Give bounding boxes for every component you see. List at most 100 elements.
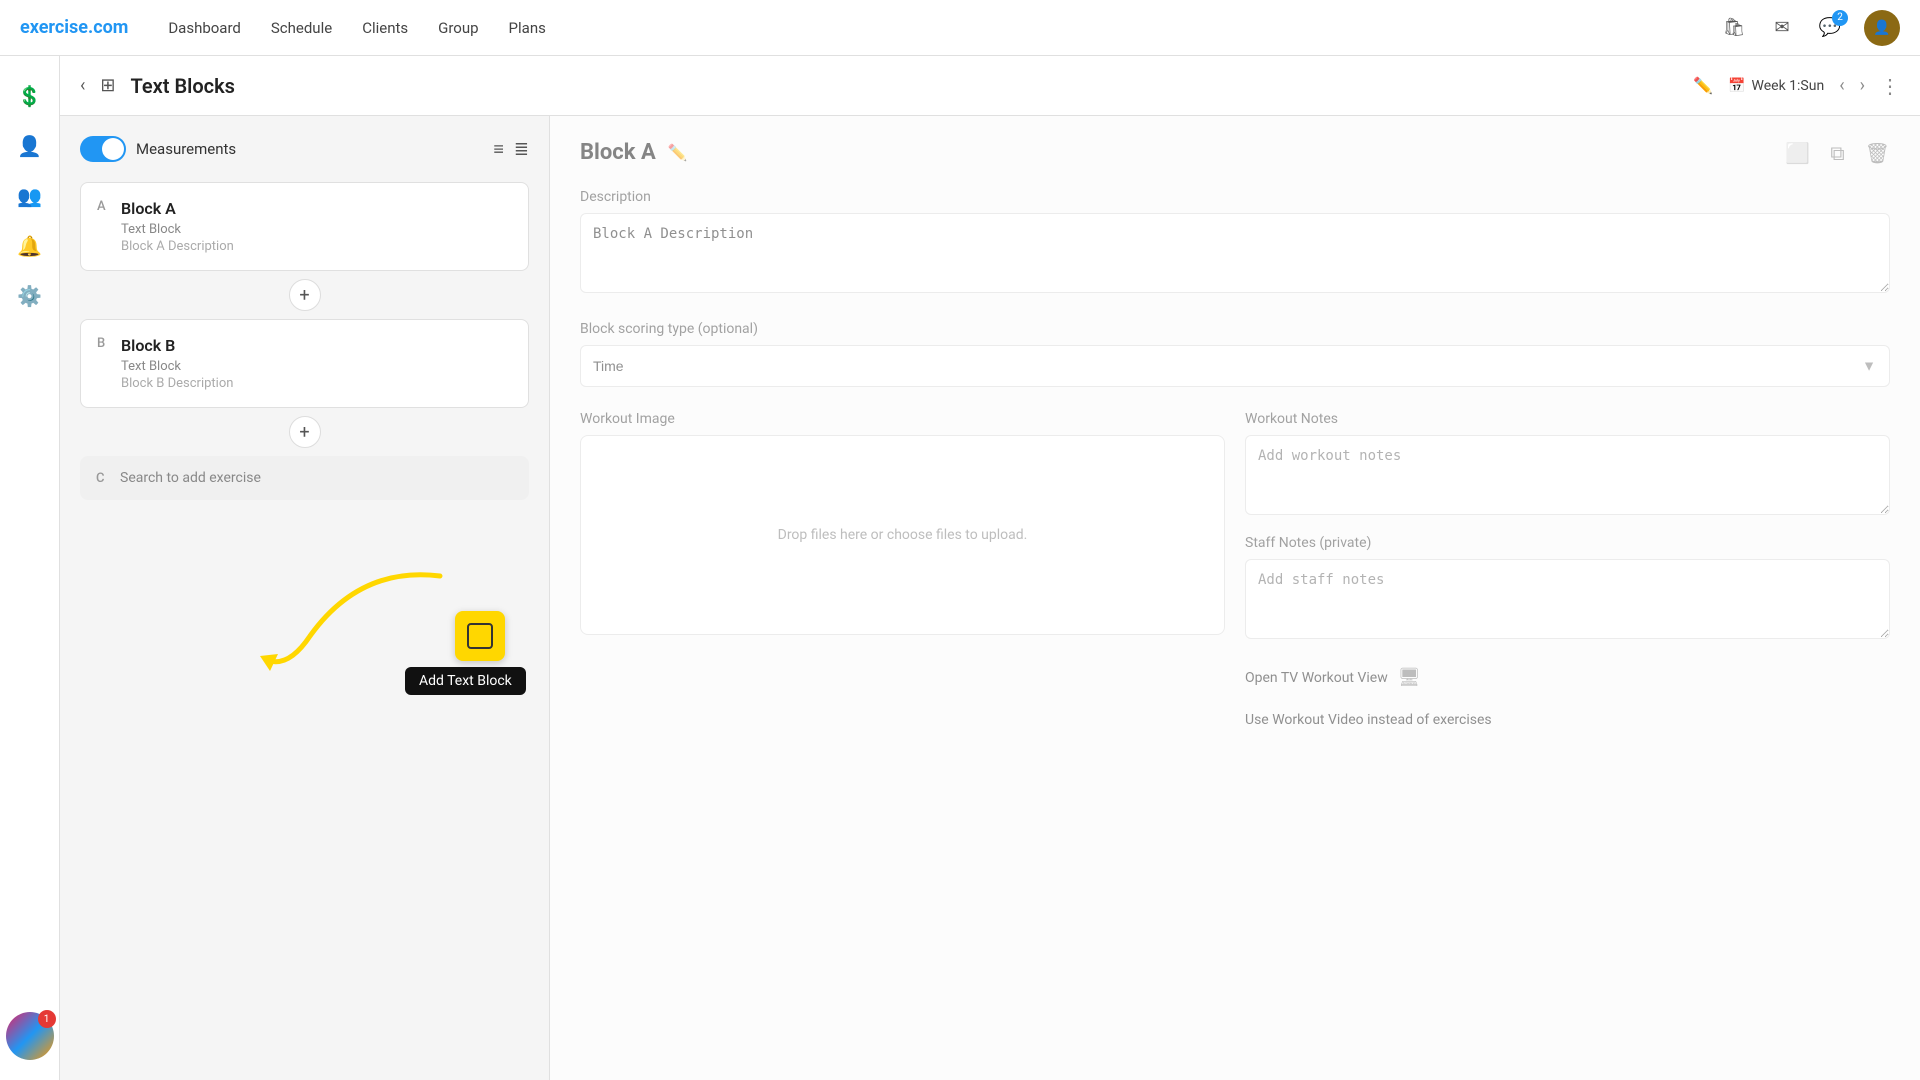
nav-plans[interactable]: Plans <box>509 19 546 37</box>
workout-image-section: Workout Image Drop files here or choose … <box>580 411 1225 728</box>
week-label: 📅 Week 1:Sun <box>1728 78 1824 94</box>
logo-dot: .com <box>88 17 128 38</box>
more-options-button[interactable]: ⋮ <box>1880 74 1900 98</box>
sidebar-group-icon[interactable]: 👥 <box>10 176 50 216</box>
workout-notes-textarea[interactable] <box>1245 435 1890 515</box>
scoring-section: Block scoring type (optional) Time ▼ <box>580 321 1890 387</box>
block-a-type: Text Block <box>121 222 512 237</box>
block-detail-edit-icon[interactable]: ✏️ <box>668 143 688 162</box>
add-text-block-button[interactable] <box>455 611 505 661</box>
staff-notes-textarea[interactable] <box>1245 559 1890 639</box>
list-icon[interactable]: ≡ <box>493 139 504 160</box>
calendar-icon: 📅 <box>1728 78 1745 94</box>
block-b-type: Text Block <box>121 359 512 374</box>
layers-icon[interactable]: ⧉ <box>1830 141 1844 165</box>
search-exercise-text: Search to add exercise <box>120 470 261 486</box>
block-b-letter: B <box>97 336 111 351</box>
add-after-b-button[interactable]: + <box>289 416 321 448</box>
list-alt-icon[interactable]: ≣ <box>514 139 529 160</box>
block-a-header: A Block A <box>97 199 512 218</box>
nav-right: 🛍 ✉ 💬 2 👤 <box>1720 10 1900 46</box>
left-sidebar: 💲 👤 👥 🔔 ⚙️ 1 <box>0 56 60 1080</box>
open-tv-row: Open TV Workout View 🖥 <box>1245 667 1890 688</box>
block-b-header: B Block B <box>97 336 512 355</box>
week-text: Week 1:Sun <box>1752 78 1825 94</box>
sub-header: ‹ ⊞ Text Blocks ✏️ 📅 Week 1:Sun ‹ › ⋮ <box>60 56 1920 116</box>
logo[interactable]: exercise.com <box>20 17 128 38</box>
logo-text: exercise <box>20 17 88 38</box>
edit-title-icon[interactable]: ✏️ <box>1693 76 1713 95</box>
measurements-toggle: Measurements <box>80 136 236 162</box>
block-a-desc: Block A Description <box>121 239 512 254</box>
add-text-block-tooltip: Add Text Block <box>405 667 526 695</box>
block-c-letter: C <box>96 471 110 486</box>
add-after-a-button[interactable]: + <box>289 279 321 311</box>
left-panel: Measurements ≡ ≣ A Block A Text Block Bl… <box>60 116 550 1080</box>
sub-header-right: 📅 Week 1:Sun ‹ › ⋮ <box>1728 74 1900 98</box>
block-detail-title: Block A <box>580 140 656 165</box>
chat-icon[interactable]: 💬 2 <box>1816 14 1844 42</box>
sidebar-dollar-icon[interactable]: 💲 <box>10 76 50 116</box>
sidebar-bell-icon[interactable]: 🔔 <box>10 226 50 266</box>
delete-icon[interactable]: 🗑 <box>1865 141 1890 165</box>
block-detail-header: Block A ✏️ ⬜ ⧉ 🗑 <box>580 140 1890 165</box>
staff-notes-field: Staff Notes (private) <box>1245 535 1890 643</box>
sidebar-bottom-badge: 1 <box>38 1010 56 1028</box>
sidebar-settings-icon[interactable]: ⚙️ <box>10 276 50 316</box>
measurements-toggle-switch[interactable] <box>80 136 126 162</box>
block-b-card[interactable]: B Block B Text Block Block B Description <box>80 319 529 408</box>
description-label: Description <box>580 189 1890 205</box>
page-title: Text Blocks <box>131 74 1679 98</box>
chat-badge: 2 <box>1832 10 1848 26</box>
grid-view-button[interactable]: ⊞ <box>100 75 115 96</box>
drop-files-text: Drop files here or choose files to uploa… <box>778 527 1028 543</box>
search-exercise[interactable]: C Search to add exercise <box>80 456 529 500</box>
nav-schedule[interactable]: Schedule <box>271 19 332 37</box>
measurements-label: Measurements <box>136 140 236 158</box>
workout-image-dropzone[interactable]: Drop files here or choose files to uploa… <box>580 435 1225 635</box>
block-a-card[interactable]: A Block A Text Block Block A Description <box>80 182 529 271</box>
user-avatar[interactable]: 👤 <box>1864 10 1900 46</box>
nav-links: Dashboard Schedule Clients Group Plans <box>168 19 1720 37</box>
block-detail-actions: ⬜ ⧉ 🗑 <box>1785 141 1890 165</box>
use-video-label: Use Workout Video instead of exercises <box>1245 712 1492 728</box>
nav-clients[interactable]: Clients <box>362 19 408 37</box>
block-b-name: Block B <box>121 336 175 355</box>
text-block-icon <box>467 623 493 649</box>
workout-notes-field: Workout Notes <box>1245 411 1890 519</box>
scoring-select-wrapper: Time ▼ <box>580 345 1890 387</box>
description-section: Description Block A Description <box>580 189 1890 297</box>
nav-dashboard[interactable]: Dashboard <box>168 19 241 37</box>
sidebar-person-icon[interactable]: 👤 <box>10 126 50 166</box>
nav-group[interactable]: Group <box>438 19 478 37</box>
add-btn-after-b: + <box>80 416 529 448</box>
main-area: ‹ ⊞ Text Blocks ✏️ 📅 Week 1:Sun ‹ › ⋮ Me… <box>60 56 1920 1080</box>
open-tv-label: Open TV Workout View <box>1245 670 1388 686</box>
next-week-button[interactable]: › <box>1860 75 1865 96</box>
sidebar-bottom: 1 <box>6 1012 54 1060</box>
add-btn-after-a: + <box>80 279 529 311</box>
workout-notes-section: Workout Notes Staff Notes (private) Open… <box>1245 411 1890 728</box>
tv-view-icon[interactable]: ⬜ <box>1785 141 1810 165</box>
right-panel: Block A ✏️ ⬜ ⧉ 🗑 Description Block A Des… <box>550 116 1920 1080</box>
shopping-bag-icon[interactable]: 🛍 <box>1720 14 1748 42</box>
open-tv-icon[interactable]: 🖥 <box>1398 667 1421 688</box>
use-video-row: Use Workout Video instead of exercises <box>1245 712 1890 728</box>
workout-image-label: Workout Image <box>580 411 1225 427</box>
block-a-letter: A <box>97 199 111 214</box>
two-col-section: Workout Image Drop files here or choose … <box>580 411 1890 728</box>
mail-icon[interactable]: ✉ <box>1768 14 1796 42</box>
top-nav: exercise.com Dashboard Schedule Clients … <box>0 0 1920 56</box>
block-a-name: Block A <box>121 199 176 218</box>
add-text-block-area: Add Text Block <box>455 611 505 661</box>
staff-notes-label: Staff Notes (private) <box>1245 535 1890 551</box>
content-area: Measurements ≡ ≣ A Block A Text Block Bl… <box>60 116 1920 1080</box>
description-textarea[interactable]: Block A Description <box>580 213 1890 293</box>
prev-week-button[interactable]: ‹ <box>1839 75 1844 96</box>
measurements-icons: ≡ ≣ <box>493 139 529 160</box>
measurements-bar: Measurements ≡ ≣ <box>80 136 529 162</box>
scoring-select[interactable]: Time <box>580 345 1890 387</box>
workout-notes-label: Workout Notes <box>1245 411 1890 427</box>
back-button[interactable]: ‹ <box>80 75 85 96</box>
scoring-label: Block scoring type (optional) <box>580 321 1890 337</box>
